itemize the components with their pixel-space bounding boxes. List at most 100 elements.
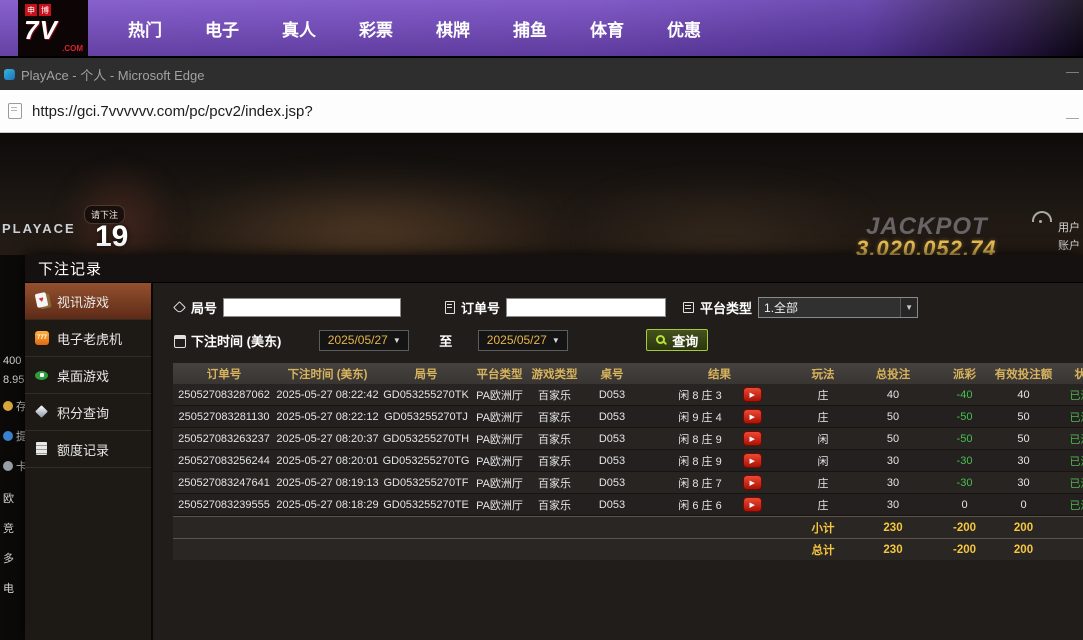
playace-logo: PLAYACE (2, 221, 76, 236)
cell-result: 闲 9 庄 4 (642, 409, 797, 425)
order-doc-icon (443, 300, 456, 314)
table-body: 250527083287062 2025-05-27 08:22:42 GD0532… (173, 384, 1083, 560)
wifi-icon (1032, 211, 1052, 223)
diamond-icon (34, 404, 50, 420)
cell-status: 已派彩 (1069, 433, 1083, 446)
table-game-icon (34, 367, 50, 383)
replay-button[interactable] (743, 432, 761, 445)
cell-game: 百家乐 (538, 455, 571, 468)
strip-item-4[interactable]: 卡 (3, 458, 25, 474)
round-input[interactable] (223, 297, 402, 317)
cell-play: 庄 (817, 477, 829, 490)
cell-order: 250527083263237 (178, 432, 270, 445)
cell-order: 250527083239555 (178, 498, 270, 511)
brand-logo[interactable]: 申 博 7V .COM (18, 0, 88, 56)
nav-item-3[interactable]: 彩票 (359, 16, 393, 41)
cell-table: D053 (598, 476, 626, 489)
cell-payout: 0 (961, 498, 968, 511)
tab-ledger[interactable]: 额度记录 (25, 431, 151, 468)
nav-item-5[interactable]: 捕鱼 (513, 16, 547, 41)
cell-table: D053 (598, 498, 626, 511)
bet-timer-value: 19 (95, 220, 129, 253)
panel-main: 局号 订单号 平台类型 1.全部 ▼ 下注时间 (美东) 2025/05/27 … (153, 283, 1083, 640)
logo-dotcom: .COM (62, 44, 83, 53)
nav-item-6[interactable]: 体育 (590, 16, 624, 41)
cell-platform: PA欧洲厅 (476, 499, 523, 512)
strip-item-8[interactable]: 电 (3, 580, 14, 596)
ledger-icon (34, 441, 50, 457)
strip-label: 电 (3, 583, 14, 595)
replay-button[interactable] (743, 410, 761, 423)
cell-table: D053 (598, 432, 626, 445)
page-icon (8, 103, 22, 119)
date-to-picker[interactable]: 2025/05/27 ▼ (478, 329, 569, 351)
cell-bet: 40 (886, 388, 900, 401)
strip-label: 卡 (16, 461, 25, 473)
nav-item-4[interactable]: 棋牌 (436, 16, 470, 41)
chevron-down-icon: ▼ (392, 335, 401, 345)
nav-item-1[interactable]: 电子 (205, 16, 239, 41)
url-input[interactable] (30, 101, 934, 121)
cell-payout: -30 (956, 454, 973, 467)
cell-platform: PA欧洲厅 (476, 477, 523, 490)
result-text: 闲 9 庄 4 (678, 411, 722, 424)
header-cell-3: 平台类型 (476, 368, 523, 381)
total-row: 总计 230 -200 200 (173, 538, 1083, 560)
tab-label: 视讯游戏 (57, 294, 110, 310)
replay-button[interactable] (743, 476, 761, 489)
cell-table: D053 (598, 410, 626, 423)
minimize-button[interactable]: — (1066, 64, 1079, 79)
cell-platform: PA欧洲厅 (476, 389, 523, 402)
header-cell-1: 下注时间 (美东) (287, 368, 368, 381)
cell-round: GD053255270TG (382, 454, 470, 467)
header-cell-0: 订单号 (206, 368, 242, 381)
tab-cards[interactable]: 视讯游戏 (25, 283, 151, 320)
chevron-down-icon: ▼ (900, 297, 918, 317)
cell-payout: -50 (956, 432, 973, 445)
tab-table-game[interactable]: 桌面游戏 (25, 357, 151, 394)
top-nav-items: 热门 电子 真人 彩票 棋牌 捕鱼 体育 优惠 (128, 16, 701, 41)
strip-item-3[interactable]: 提款 (3, 428, 25, 444)
strip-item-5[interactable]: 欧 (3, 490, 14, 506)
table-header-row: 订单号 下注时间 (美东) 局号 平台类型游戏类型 桌号 结果 玩法 总投注 派彩 有效投注额 状态 (173, 363, 1083, 384)
nav-item-2[interactable]: 真人 (282, 16, 316, 41)
replay-button[interactable] (743, 454, 761, 467)
bet-table: 订单号 下注时间 (美东) 局号 平台类型游戏类型 桌号 结果 玩法 总投注 派彩 有效投注额 状态… (173, 363, 1083, 560)
platform-select[interactable]: 1.全部 ▼ (758, 296, 919, 318)
date-from-picker[interactable]: 2025/05/27 ▼ (319, 329, 410, 351)
strip-item-6[interactable]: 竞 (3, 520, 14, 536)
table-row: 250527083247641 2025-05-27 08:19:13 GD0532… (173, 472, 1083, 494)
cell-result: 闲 8 庄 7 (642, 475, 797, 491)
top-nav: 申 博 7V .COM 热门 电子 真人 彩票 棋牌 捕鱼 体育 优惠 (0, 0, 1083, 58)
nav-item-7[interactable]: 优惠 (667, 16, 701, 41)
replay-button[interactable] (743, 388, 761, 401)
header-cell-10: 有效投注额 (994, 368, 1053, 381)
left-strip: 400 8.95 存款提款卡欧竞多电 (0, 255, 25, 640)
strip-label: 竞 (3, 523, 14, 535)
platform-label: 平台类型 (700, 300, 753, 316)
strip-item-0[interactable]: 400 (3, 355, 21, 367)
subtotal-row-bet: 230 (883, 521, 903, 534)
tab-diamond[interactable]: 积分查询 (25, 394, 151, 431)
hero-fragment-account: 账户 (1058, 240, 1080, 252)
round-tag-icon (173, 301, 186, 314)
filter-row-1: 局号 订单号 平台类型 1.全部 ▼ (173, 296, 1083, 318)
strip-item-7[interactable]: 多 (3, 550, 14, 566)
header-cell-6: 结果 (708, 368, 731, 381)
panel-tabs: 视讯游戏电子老虎机桌面游戏积分查询额度记录 (25, 283, 153, 640)
subtotal-row-valid: 200 (1013, 521, 1034, 534)
strip-item-1[interactable]: 8.95 (3, 374, 24, 386)
table-row: 250527083281130 2025-05-27 08:22:12 GD0532… (173, 406, 1083, 428)
query-button[interactable]: 查询 (646, 329, 709, 351)
cell-time: 2025-05-27 08:19:13 (276, 476, 379, 489)
cell-game: 百家乐 (538, 477, 571, 490)
cell-order: 250527083247641 (178, 476, 270, 489)
strip-item-2[interactable]: 存款 (3, 398, 25, 414)
nav-item-0[interactable]: 热门 (128, 16, 162, 41)
edge-app-icon (4, 68, 15, 80)
tab-slot[interactable]: 电子老虎机 (25, 320, 151, 357)
order-input[interactable] (506, 297, 667, 317)
replay-button[interactable] (743, 498, 761, 511)
hero-glow (560, 183, 880, 258)
cell-valid: 0 (1020, 498, 1027, 511)
